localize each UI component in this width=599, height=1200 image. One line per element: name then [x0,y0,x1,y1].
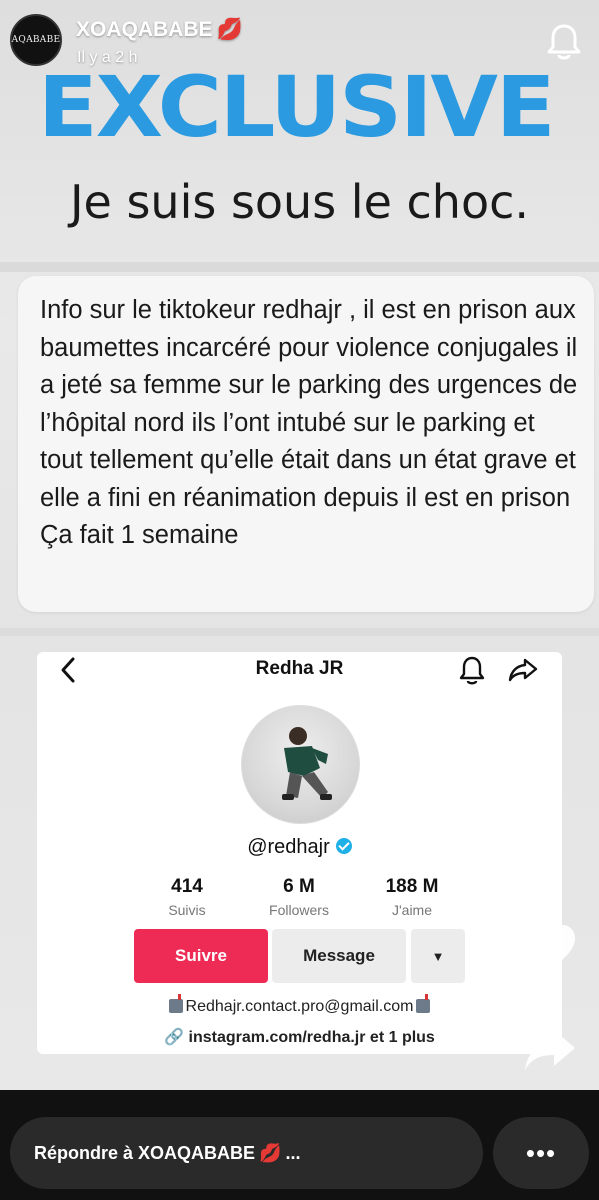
stat-value: 188 M [385,876,439,897]
reply-field[interactable]: Répondre à XOAQABABE 💋 ... [10,1117,483,1189]
avatar-text: AQABABE [11,35,61,45]
story-frame: AQABABE XOAQABABE 💋 Il y a 2 h EXCLUSIVE … [0,0,599,1090]
email-text: Redhajr.contact.pro@gmail.com [185,998,414,1015]
stat-label: J'aime [391,902,433,918]
profile-link: 🔗 instagram.com/redha.jr et 1 plus [37,1027,562,1047]
more-options-button[interactable]: ••• [493,1117,589,1189]
mailbox-icon [416,994,431,1013]
stat-following: 414 Suivis [132,876,242,918]
share-icon[interactable] [522,1026,578,1074]
message-button: Message [272,929,406,983]
username-text: XOAQABABE [76,18,213,41]
link-icon: 🔗 [164,1029,189,1046]
username[interactable]: XOAQABABE 💋 [76,18,243,42]
stat-label: Suivis [168,902,206,918]
profile-handle: @redhajr [37,836,562,859]
reply-ellipsis: ... [285,1142,301,1163]
profile-email: Redhajr.contact.pro@gmail.com [37,994,562,1016]
verified-badge-icon [335,838,352,854]
message-text: Info sur le tiktokeur redhajr , il est e… [40,296,578,549]
subtitle: Je suis sous le choc. [69,175,530,229]
kiss-emoji: 💋 [216,18,243,41]
stat-followers: 6 M Followers [244,876,354,918]
mailbox-icon [168,994,183,1013]
stat-value: 414 [171,876,203,897]
kiss-emoji: 💋 [259,1142,282,1163]
profile-picture [241,705,360,824]
divider [0,262,599,272]
handle-text: @redhajr [247,836,330,858]
person-silhouette-icon [282,727,332,800]
reply-text: Répondre à XOAQABABE [34,1142,256,1163]
share-arrow-icon [508,658,538,682]
bell-icon[interactable] [546,22,582,62]
stat-value: 6 M [283,876,315,897]
tiktok-profile-screenshot: Redha JR @redhajr 414 Suivis 6 M Followe… [37,652,562,1054]
stat-likes: 188 M J'aime [357,876,467,918]
follow-button: Suivre [134,929,268,983]
message-card: Info sur le tiktokeur redhajr , il est e… [18,276,594,612]
like-heart-icon[interactable] [522,922,578,974]
notification-bell-icon [459,656,485,685]
more-dropdown-button: ▼ [411,929,465,983]
headline: EXCLUSIVE [38,58,556,156]
link-text: instagram.com/redha.jr et 1 plus [188,1029,435,1046]
divider [0,628,599,636]
stat-label: Followers [269,902,329,918]
